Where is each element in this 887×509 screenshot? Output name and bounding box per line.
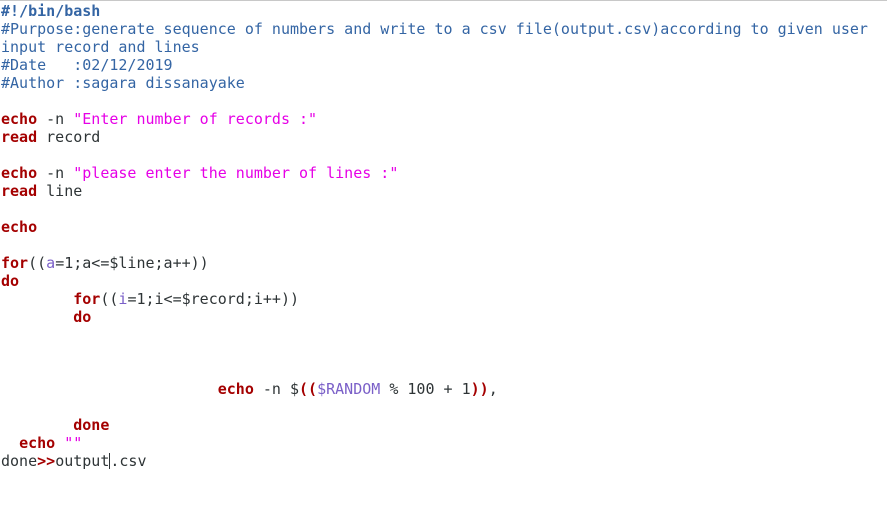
output-filename-start: output	[55, 452, 110, 470]
inner-do: do	[73, 308, 92, 326]
inner-done: done	[73, 416, 110, 434]
echo-keyword: echo	[1, 110, 38, 128]
read-keyword: read	[1, 128, 38, 146]
record-variable: record	[46, 128, 101, 146]
echo-lines-prompt: echo -n "please enter the number of line…	[1, 164, 399, 182]
outer-for-loop: for((a=1;a<=$line;a++))	[1, 254, 209, 272]
line-variable: line	[46, 182, 83, 200]
outer-done-redirect: done>>output.csv	[1, 452, 147, 470]
output-filename-end: .csv	[110, 452, 147, 470]
empty-string: ""	[64, 434, 83, 452]
inner-for-loop: for((i=1;i<=$record;i++))	[73, 290, 300, 308]
lines-prompt-string: "please enter the number of lines :"	[73, 164, 399, 182]
purpose-comment-line-1: #Purpose:generate sequence of numbers an…	[1, 20, 868, 38]
read-keyword: read	[1, 182, 38, 200]
records-prompt-string: "Enter number of records :"	[73, 110, 318, 128]
read-line-line: read line	[0, 182, 887, 200]
read-record-line: read record	[0, 128, 887, 146]
purpose-comment-line-2: input record and lines	[1, 38, 200, 56]
echo-random-line: echo -n $(($RANDOM % 100 + 1)),	[217, 380, 498, 398]
echo-keyword: echo	[1, 164, 38, 182]
shebang-line: #!/bin/bash	[1, 2, 101, 20]
echo-keyword: echo	[1, 218, 38, 236]
code-editor[interactable]: #!/bin/bash #Purpose:generate sequence o…	[0, 0, 887, 509]
echo-empty-line: echo ""	[19, 434, 83, 452]
outer-do: do	[1, 272, 20, 290]
date-comment: #Date :02/12/2019	[1, 56, 173, 74]
echo-newline: echo	[0, 218, 887, 236]
echo-records-prompt: echo -n "Enter number of records :"	[1, 110, 318, 128]
author-comment: #Author :sagara dissanayake	[1, 74, 245, 92]
